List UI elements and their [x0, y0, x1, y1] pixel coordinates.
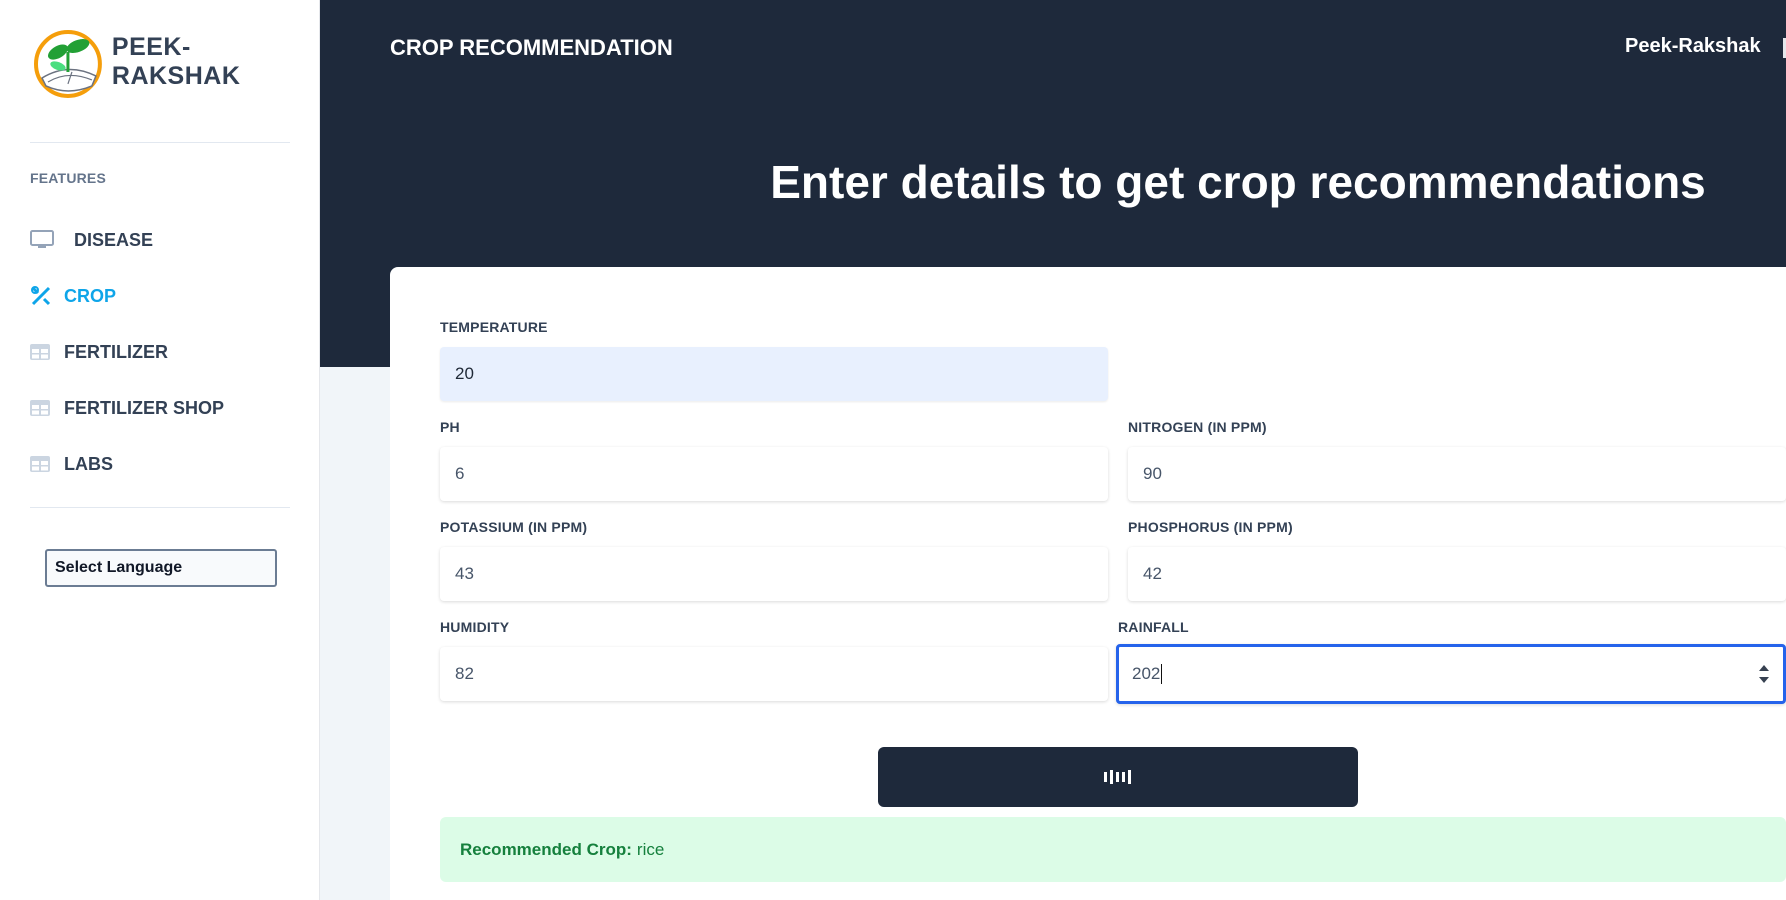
tools-icon [30, 285, 56, 307]
page-title: CROP RECOMMENDATION [390, 35, 673, 60]
result-value: rice [636, 839, 665, 859]
brand-name: PEEK-RAKSHAK [111, 33, 241, 90]
text-caret [1161, 664, 1163, 684]
sidebar-item-label: FERTILIZER [64, 341, 168, 362]
nitrogen-input[interactable]: 90 [1128, 447, 1786, 501]
rainfall-input[interactable]: 202 [1116, 644, 1786, 704]
sidebar-item-fertilizer-shop[interactable]: FERTILIZER SHOP [30, 380, 224, 436]
monitor-icon [30, 229, 60, 251]
humidity-input[interactable]: 82 [440, 647, 1108, 701]
sprout-logo-icon [33, 30, 102, 98]
ph-label: PH [440, 419, 460, 435]
rainfall-value: 202 [1132, 664, 1161, 683]
result-key: Recommended Crop: [460, 839, 632, 859]
brand[interactable]: PEEK-RAKSHAK [32, 26, 319, 98]
loading-bars-icon [1104, 770, 1131, 784]
sidebar-item-label: CROP [64, 285, 117, 306]
potassium-label: POTASSIUM (IN PPM) [440, 519, 588, 535]
temperature-label: TEMPERATURE [440, 319, 548, 335]
number-spinner[interactable] [1759, 665, 1769, 683]
sidebar-item-label: DISEASE [74, 229, 154, 250]
sidebar-divider-top [30, 142, 290, 143]
rainfall-label: RAINFALL [1118, 619, 1189, 635]
submit-button[interactable] [878, 747, 1358, 807]
language-select[interactable]: Select Language [45, 549, 277, 587]
hero-heading: Enter details to get crop recommendation… [770, 156, 1706, 208]
ph-input[interactable]: 6 [440, 447, 1108, 501]
sidebar-item-label: LABS [64, 453, 113, 474]
nitrogen-label: NITROGEN (IN PPM) [1128, 419, 1267, 435]
sidebar-item-disease[interactable]: DISEASE [30, 212, 224, 268]
humidity-label: HUMIDITY [440, 619, 510, 635]
form-card: TEMPERATURE 20 PH 6 NITROGEN (IN PPM) 90… [390, 267, 1786, 900]
potassium-input[interactable]: 43 [440, 547, 1108, 601]
phosphorus-input[interactable]: 42 [1128, 547, 1786, 601]
sidebar-item-label: FERTILIZER SHOP [64, 397, 225, 418]
sidebar-item-crop[interactable]: CROP [30, 268, 224, 324]
sidebar-divider-bottom [30, 507, 290, 508]
sidebar: PEEK-RAKSHAK FEATURES DISEASE CROP FERTI… [0, 0, 320, 900]
user-name[interactable]: Peek-Rakshak [1625, 35, 1761, 58]
features-heading: FEATURES [30, 170, 107, 186]
result-alert: Recommended Crop: rice [440, 817, 1786, 882]
table-icon [30, 341, 56, 363]
sidebar-item-fertilizer[interactable]: FERTILIZER [30, 324, 224, 380]
sidebar-nav: DISEASE CROP FERTILIZER FERTILIZER SHOP … [30, 212, 224, 492]
temperature-input[interactable]: 20 [440, 347, 1108, 401]
sidebar-item-labs[interactable]: LABS [30, 436, 224, 492]
table-icon [30, 397, 56, 419]
table-icon [30, 453, 56, 475]
phosphorus-label: PHOSPHORUS (IN PPM) [1128, 519, 1293, 535]
